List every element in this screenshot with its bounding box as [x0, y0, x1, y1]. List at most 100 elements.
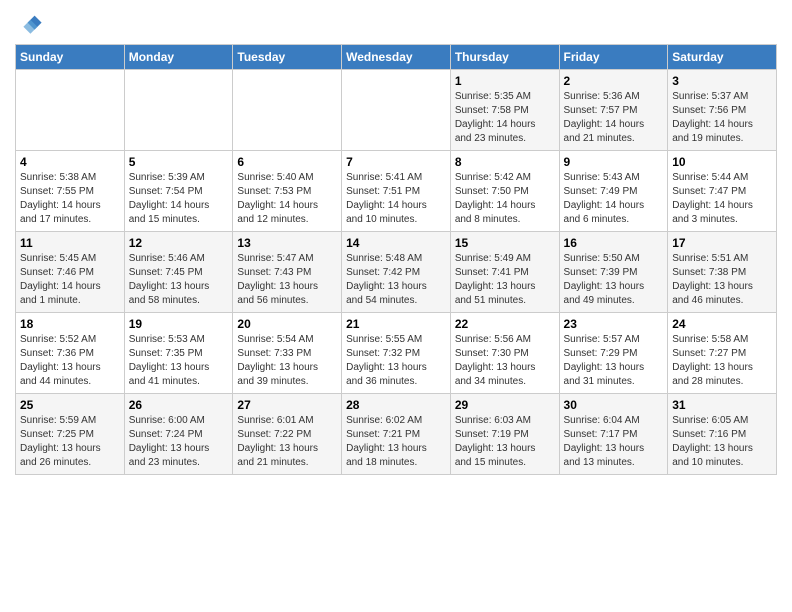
- day-info: Sunrise: 5:57 AMSunset: 7:29 PMDaylight:…: [564, 333, 664, 389]
- calendar-cell: 31Sunrise: 6:05 AMSunset: 7:16 PMDayligh…: [668, 394, 777, 475]
- day-number: 30: [564, 398, 664, 412]
- day-header-saturday: Saturday: [668, 45, 777, 70]
- calendar-cell: 17 Sunrise: 5:51 AMSunset: 7:38 PMDayligh…: [668, 232, 777, 313]
- calendar-week-2: 4Sunrise: 5:38 AMSunset: 7:55 PMDaylight…: [16, 151, 777, 232]
- calendar-week-3: 11 Sunrise: 5:45 AMSunset: 7:46 PMDayligh…: [16, 232, 777, 313]
- day-number: 26: [129, 398, 229, 412]
- day-header-tuesday: Tuesday: [233, 45, 342, 70]
- day-info: Sunrise: 5:46 AMSunset: 7:45 PMDaylight:…: [129, 252, 229, 308]
- day-info: Sunrise: 6:02 AMSunset: 7:21 PMDaylight:…: [346, 414, 446, 470]
- day-number: 19: [129, 317, 229, 331]
- day-number: 25: [20, 398, 120, 412]
- calendar-cell: 22 Sunrise: 5:56 AMSunset: 7:30 PMDayligh…: [450, 313, 559, 394]
- day-header-wednesday: Wednesday: [342, 45, 451, 70]
- day-info: Sunrise: 5:55 AMSunset: 7:32 PMDaylight:…: [346, 333, 446, 389]
- day-number: 18: [20, 317, 120, 331]
- calendar-cell: 19 Sunrise: 5:53 AMSunset: 7:35 PMDayligh…: [124, 313, 233, 394]
- day-number: 16: [564, 236, 664, 250]
- calendar-table: SundayMondayTuesdayWednesdayThursdayFrid…: [15, 44, 777, 475]
- calendar-cell: 16Sunrise: 5:50 AMSunset: 7:39 PMDayligh…: [559, 232, 668, 313]
- day-info: Sunrise: 5:56 AMSunset: 7:30 PMDaylight:…: [455, 333, 555, 389]
- calendar-cell: 13 Sunrise: 5:47 AMSunset: 7:43 PMDayligh…: [233, 232, 342, 313]
- calendar-cell: 10 Sunrise: 5:44 AMSunset: 7:47 PMDayligh…: [668, 151, 777, 232]
- calendar-header-row: SundayMondayTuesdayWednesdayThursdayFrid…: [16, 45, 777, 70]
- day-number: 10: [672, 155, 772, 169]
- calendar-cell: 5 Sunrise: 5:39 AMSunset: 7:54 PMDaylight…: [124, 151, 233, 232]
- day-info: Sunrise: 5:48 AMSunset: 7:42 PMDaylight:…: [346, 252, 446, 308]
- day-info: Sunrise: 5:58 AMSunset: 7:27 PMDaylight:…: [672, 333, 772, 389]
- day-number: 24: [672, 317, 772, 331]
- day-header-sunday: Sunday: [16, 45, 125, 70]
- day-info: Sunrise: 5:42 AMSunset: 7:50 PMDaylight:…: [455, 171, 555, 227]
- day-info: Sunrise: 5:35 AMSunset: 7:58 PMDaylight:…: [455, 90, 555, 146]
- calendar-cell: [16, 70, 125, 151]
- day-info: Sunrise: 5:36 AMSunset: 7:57 PMDaylight:…: [564, 90, 664, 146]
- day-info: Sunrise: 5:49 AMSunset: 7:41 PMDaylight:…: [455, 252, 555, 308]
- day-number: 3: [672, 74, 772, 88]
- day-header-monday: Monday: [124, 45, 233, 70]
- day-number: 2: [564, 74, 664, 88]
- day-info: Sunrise: 6:00 AMSunset: 7:24 PMDaylight:…: [129, 414, 229, 470]
- day-info: Sunrise: 5:38 AMSunset: 7:55 PMDaylight:…: [20, 171, 120, 227]
- day-header-friday: Friday: [559, 45, 668, 70]
- calendar-cell: 11 Sunrise: 5:45 AMSunset: 7:46 PMDayligh…: [16, 232, 125, 313]
- day-number: 14: [346, 236, 446, 250]
- day-number: 17: [672, 236, 772, 250]
- day-number: 1: [455, 74, 555, 88]
- day-info: Sunrise: 5:53 AMSunset: 7:35 PMDaylight:…: [129, 333, 229, 389]
- calendar-cell: 21 Sunrise: 5:55 AMSunset: 7:32 PMDayligh…: [342, 313, 451, 394]
- day-number: 21: [346, 317, 446, 331]
- calendar-cell: 23 Sunrise: 5:57 AMSunset: 7:29 PMDayligh…: [559, 313, 668, 394]
- calendar-cell: 27 Sunrise: 6:01 AMSunset: 7:22 PMDayligh…: [233, 394, 342, 475]
- day-info: Sunrise: 5:45 AMSunset: 7:46 PMDaylight:…: [20, 252, 120, 308]
- day-info: Sunrise: 5:40 AMSunset: 7:53 PMDaylight:…: [237, 171, 337, 227]
- day-info: Sunrise: 5:39 AMSunset: 7:54 PMDaylight:…: [129, 171, 229, 227]
- day-info: Sunrise: 6:01 AMSunset: 7:22 PMDaylight:…: [237, 414, 337, 470]
- day-number: 23: [564, 317, 664, 331]
- day-info: Sunrise: 5:47 AMSunset: 7:43 PMDaylight:…: [237, 252, 337, 308]
- day-info: Sunrise: 5:54 AMSunset: 7:33 PMDaylight:…: [237, 333, 337, 389]
- day-number: 28: [346, 398, 446, 412]
- day-info: Sunrise: 6:04 AMSunset: 7:17 PMDaylight:…: [564, 414, 664, 470]
- day-number: 5: [129, 155, 229, 169]
- calendar-cell: 26 Sunrise: 6:00 AMSunset: 7:24 PMDayligh…: [124, 394, 233, 475]
- day-number: 31: [672, 398, 772, 412]
- day-info: Sunrise: 5:37 AMSunset: 7:56 PMDaylight:…: [672, 90, 772, 146]
- calendar-cell: 14 Sunrise: 5:48 AMSunset: 7:42 PMDayligh…: [342, 232, 451, 313]
- calendar-cell: 4Sunrise: 5:38 AMSunset: 7:55 PMDaylight…: [16, 151, 125, 232]
- calendar-cell: 28 Sunrise: 6:02 AMSunset: 7:21 PMDayligh…: [342, 394, 451, 475]
- day-number: 27: [237, 398, 337, 412]
- day-number: 13: [237, 236, 337, 250]
- calendar-cell: 25Sunrise: 5:59 AMSunset: 7:25 PMDayligh…: [16, 394, 125, 475]
- calendar-cell: 1 Sunrise: 5:35 AMSunset: 7:58 PMDaylight…: [450, 70, 559, 151]
- calendar-cell: 30 Sunrise: 6:04 AMSunset: 7:17 PMDayligh…: [559, 394, 668, 475]
- day-info: Sunrise: 5:44 AMSunset: 7:47 PMDaylight:…: [672, 171, 772, 227]
- day-number: 9: [564, 155, 664, 169]
- day-info: Sunrise: 5:43 AMSunset: 7:49 PMDaylight:…: [564, 171, 664, 227]
- day-number: 15: [455, 236, 555, 250]
- logo-icon: [15, 10, 43, 38]
- calendar-cell: 9 Sunrise: 5:43 AMSunset: 7:49 PMDaylight…: [559, 151, 668, 232]
- calendar-week-1: 1 Sunrise: 5:35 AMSunset: 7:58 PMDaylight…: [16, 70, 777, 151]
- day-header-thursday: Thursday: [450, 45, 559, 70]
- calendar-cell: 20 Sunrise: 5:54 AMSunset: 7:33 PMDayligh…: [233, 313, 342, 394]
- calendar-cell: 24 Sunrise: 5:58 AMSunset: 7:27 PMDayligh…: [668, 313, 777, 394]
- day-number: 8: [455, 155, 555, 169]
- day-number: 12: [129, 236, 229, 250]
- calendar-week-4: 18 Sunrise: 5:52 AMSunset: 7:36 PMDayligh…: [16, 313, 777, 394]
- day-number: 20: [237, 317, 337, 331]
- day-info: Sunrise: 5:52 AMSunset: 7:36 PMDaylight:…: [20, 333, 120, 389]
- calendar-week-5: 25Sunrise: 5:59 AMSunset: 7:25 PMDayligh…: [16, 394, 777, 475]
- calendar-cell: [233, 70, 342, 151]
- day-number: 6: [237, 155, 337, 169]
- calendar-cell: 7 Sunrise: 5:41 AMSunset: 7:51 PMDaylight…: [342, 151, 451, 232]
- calendar-cell: 18 Sunrise: 5:52 AMSunset: 7:36 PMDayligh…: [16, 313, 125, 394]
- calendar-cell: 3 Sunrise: 5:37 AMSunset: 7:56 PMDaylight…: [668, 70, 777, 151]
- day-info: Sunrise: 5:51 AMSunset: 7:38 PMDaylight:…: [672, 252, 772, 308]
- day-number: 22: [455, 317, 555, 331]
- calendar-cell: [124, 70, 233, 151]
- page-header: [15, 10, 777, 38]
- day-number: 11: [20, 236, 120, 250]
- day-number: 7: [346, 155, 446, 169]
- day-info: Sunrise: 5:41 AMSunset: 7:51 PMDaylight:…: [346, 171, 446, 227]
